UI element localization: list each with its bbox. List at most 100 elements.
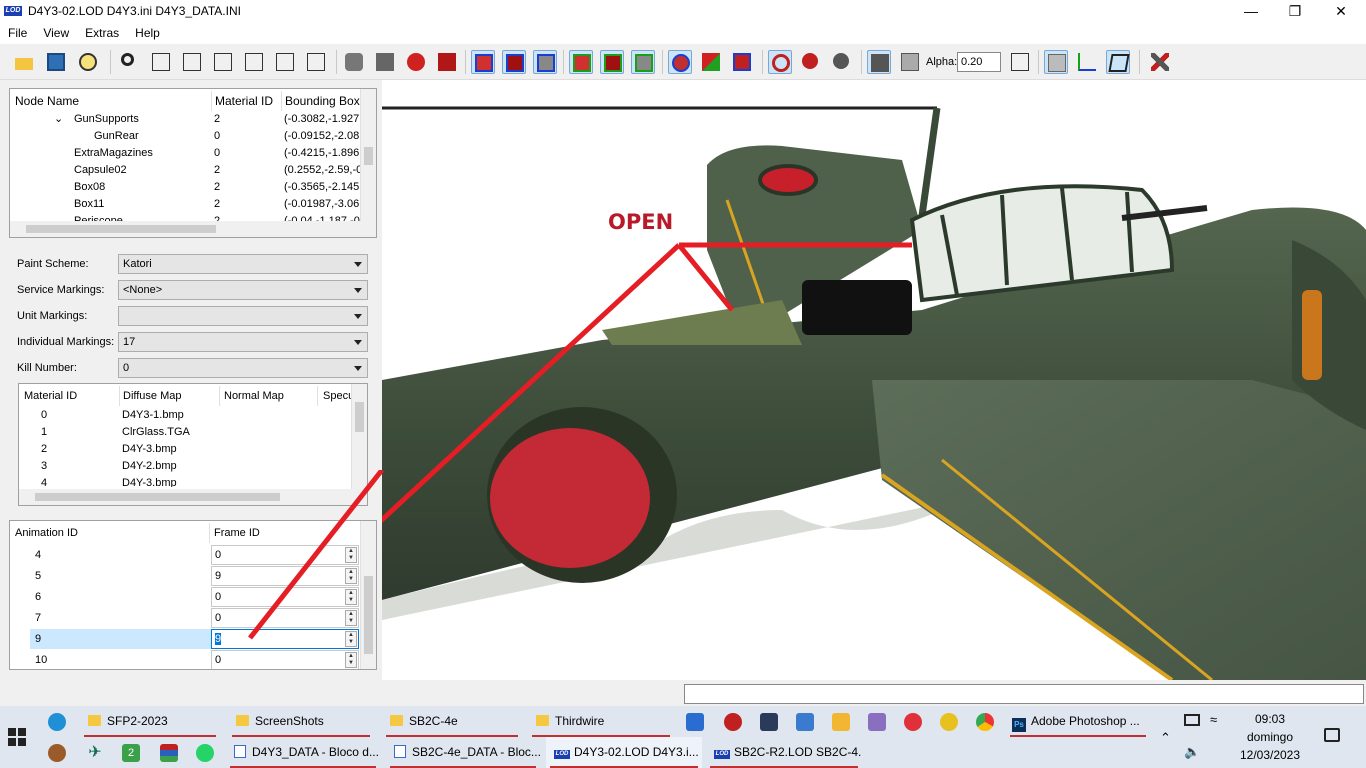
wifi-icon[interactable]: ≈ — [1210, 712, 1217, 727]
app3-icon[interactable] — [724, 713, 742, 731]
clock-time[interactable]: 09:03 — [1240, 712, 1300, 726]
node-name[interactable]: GunRear — [94, 128, 139, 145]
solid-cube-icon[interactable] — [373, 50, 397, 74]
green-cube-icon[interactable] — [600, 50, 624, 74]
green-grey-cube-icon[interactable] — [631, 50, 655, 74]
paint-scheme-select[interactable]: Katori — [118, 254, 368, 274]
open-folder-icon[interactable] — [12, 50, 36, 74]
notification-icon[interactable] — [1324, 728, 1340, 742]
app-icon[interactable] — [48, 744, 66, 762]
save-icon[interactable] — [44, 50, 68, 74]
notes-icon[interactable] — [832, 713, 850, 731]
kill-number-select[interactable]: 0 — [118, 358, 368, 378]
winrar-icon[interactable] — [160, 744, 178, 762]
mail-icon[interactable] — [686, 713, 704, 731]
view-bottom-icon[interactable] — [304, 50, 328, 74]
app6-icon[interactable] — [868, 713, 886, 731]
app5-icon[interactable] — [796, 713, 814, 731]
node-name[interactable]: Periscope — [74, 213, 123, 221]
grey-box-icon[interactable] — [898, 50, 922, 74]
node-name[interactable]: ExtraMagazines — [74, 145, 153, 162]
green-red-cube-icon[interactable] — [569, 50, 593, 74]
material-id[interactable]: 4 — [41, 475, 47, 487]
taskbar-thirdwire[interactable]: Thirdwire — [528, 706, 674, 737]
axes-icon[interactable] — [1075, 50, 1099, 74]
taskbar-sb2c-r2-lod-viewer[interactable]: LOD SB2C-R2.LOD SB2C-4... — [706, 737, 862, 768]
diffuse-map-header[interactable]: Diffuse Map — [123, 390, 182, 402]
zoom-icon[interactable] — [118, 50, 142, 74]
material-id[interactable]: 0 — [41, 407, 47, 424]
node-name[interactable]: GunSupports — [74, 111, 139, 128]
red-cube-icon[interactable] — [435, 50, 459, 74]
texture-cube-icon[interactable] — [730, 50, 754, 74]
view-right-icon[interactable] — [242, 50, 266, 74]
node-list-hscroll[interactable] — [10, 221, 376, 237]
chevron-up-icon[interactable]: ⌃ — [1160, 730, 1171, 746]
animation-id-header[interactable]: Animation ID — [15, 527, 78, 539]
blue-grey-cube-icon[interactable] — [533, 50, 557, 74]
service-markings-select[interactable]: <None> — [118, 280, 368, 300]
material-id[interactable]: 2 — [41, 441, 47, 458]
background-icon[interactable] — [1044, 50, 1068, 74]
animation-id[interactable]: 10 — [35, 652, 47, 669]
blue-red-cube-icon[interactable] — [471, 50, 495, 74]
material-id[interactable]: 3 — [41, 458, 47, 475]
node-name[interactable]: Box08 — [74, 179, 105, 196]
maximize-button[interactable]: ❐ — [1272, 0, 1318, 22]
plane-icon[interactable]: ✈ — [86, 744, 104, 762]
material-id-header[interactable]: Material ID — [215, 94, 273, 108]
speaker-icon[interactable]: 🔈 — [1184, 744, 1200, 760]
windows-start-icon[interactable] — [8, 728, 26, 746]
burst-icon[interactable] — [830, 50, 854, 74]
unit-markings-select[interactable] — [118, 306, 368, 326]
menu-extras[interactable]: Extras — [77, 26, 127, 40]
color-cube-icon[interactable] — [699, 50, 723, 74]
dark-box-icon[interactable] — [867, 50, 891, 74]
normal-map-header[interactable]: Normal Map — [224, 390, 284, 402]
node-name[interactable]: Capsule02 — [74, 162, 127, 179]
app7-icon[interactable] — [904, 713, 922, 731]
edge-icon[interactable] — [48, 713, 66, 731]
menu-help[interactable]: Help — [127, 26, 168, 40]
menu-file[interactable]: File — [0, 26, 35, 40]
minimize-button[interactable]: — — [1228, 0, 1274, 22]
whatsapp-icon[interactable] — [196, 744, 214, 762]
wire-box-icon[interactable] — [1008, 50, 1032, 74]
view-front-icon[interactable] — [149, 50, 173, 74]
animation-id[interactable]: 6 — [35, 589, 41, 606]
clock-day[interactable]: domingo — [1240, 730, 1300, 744]
frame-id-spinner[interactable]: 0 ▲ ▼ — [211, 650, 359, 669]
taskbar-d4y3-lod-viewer[interactable]: LOD D4Y3-02.LOD D4Y3.i... — [546, 737, 702, 768]
material-id[interactable]: 1 — [41, 424, 47, 441]
individual-markings-select[interactable]: 17 — [118, 332, 368, 352]
target-icon[interactable] — [768, 50, 792, 74]
app2-icon[interactable]: 2 — [122, 744, 140, 762]
blue-cube-icon[interactable] — [502, 50, 526, 74]
clock-date[interactable]: 12/03/2023 — [1236, 748, 1304, 762]
taskbar-screenshots[interactable]: ScreenShots — [228, 706, 374, 737]
animation-id[interactable]: 7 — [35, 610, 41, 627]
specular-map-header[interactable]: Specu — [323, 390, 353, 402]
node-name-header[interactable]: Node Name — [15, 94, 79, 108]
battery-icon[interactable] — [1184, 714, 1200, 726]
menu-view[interactable]: View — [35, 26, 77, 40]
animation-id[interactable]: 9 — [35, 631, 41, 648]
texture-icon[interactable] — [76, 50, 100, 74]
material-id-header[interactable]: Material ID — [24, 390, 77, 402]
bug-icon[interactable] — [799, 50, 823, 74]
view-left-icon[interactable] — [211, 50, 235, 74]
taskbar-sb2c-4e-data-notepad[interactable]: SB2C-4e_DATA - Bloc... — [386, 737, 540, 768]
view-back-icon[interactable] — [180, 50, 204, 74]
model-viewport[interactable]: OPEN — [382, 80, 1366, 680]
animation-id[interactable]: 5 — [35, 568, 41, 585]
app8-icon[interactable] — [940, 713, 958, 731]
node-list-vscroll[interactable] — [360, 89, 376, 221]
taskbar-d4y3-data-notepad[interactable]: D4Y3_DATA - Bloco d... — [226, 737, 380, 768]
taskbar-sb2c-4e[interactable]: SB2C-4e — [382, 706, 522, 737]
app4-icon[interactable] — [760, 713, 778, 731]
taskbar-sfp2-2023[interactable]: SFP2-2023 — [80, 706, 220, 737]
chrome-icon[interactable] — [976, 713, 994, 731]
chevron-down-icon[interactable]: ⌄ — [54, 111, 63, 128]
bounding-box-header[interactable]: Bounding Box — [285, 94, 360, 108]
animation-id[interactable]: 4 — [35, 547, 41, 564]
